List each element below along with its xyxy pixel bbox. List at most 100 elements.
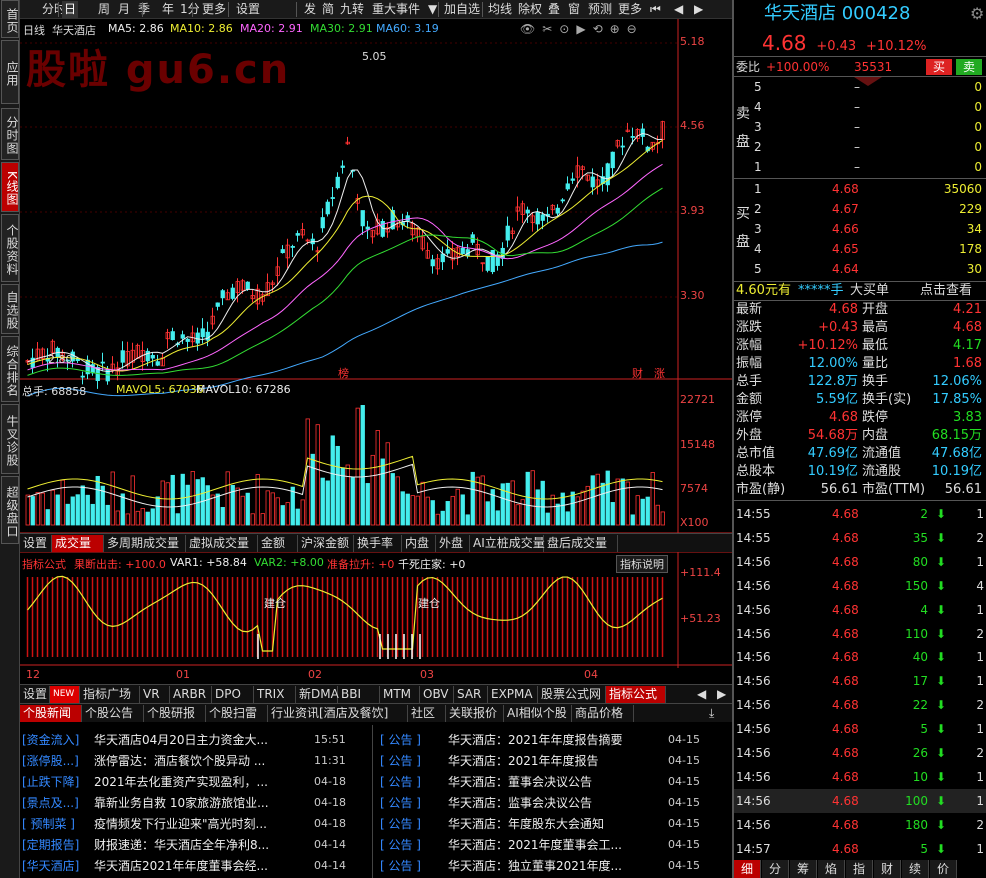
- ask-row[interactable]: 4 – 0: [734, 98, 986, 116]
- news-title[interactable]: 疫情频发下行业迎来"高光时刻...: [94, 814, 267, 834]
- notice-item[interactable]: [ 公告 ] 华天酒店：独立董事2021年度... 04-15: [380, 856, 730, 876]
- news-category[interactable]: [ 预制菜 ]: [22, 814, 75, 834]
- news-tab-2[interactable]: 个股研报: [144, 705, 206, 722]
- indicator-tab-1[interactable]: NEW: [50, 686, 80, 703]
- volume-tab-9[interactable]: AI立桩成交量: [470, 535, 545, 552]
- tick-row[interactable]: 14:56 4.68 180 ⬇ 2: [734, 813, 986, 837]
- toolbar-left-1[interactable]: 日: [62, 1, 79, 18]
- ask-row[interactable]: 5 – 0: [734, 78, 986, 96]
- toolbar-right-2[interactable]: 除权: [516, 1, 544, 18]
- indicator-tab-2[interactable]: 指标广场: [80, 686, 140, 703]
- bottom-tab-0[interactable]: 细: [734, 860, 761, 878]
- notice-title[interactable]: 华天酒店：2021年年度报告摘要: [448, 730, 623, 750]
- toolbar-left-3[interactable]: 月: [116, 1, 132, 18]
- indicator-help-button[interactable]: 指标说明: [616, 555, 668, 573]
- news-item[interactable]: [ 预制菜 ] 疫情频发下行业迎来"高光时刻... 04-18: [22, 814, 362, 834]
- notice-category[interactable]: [ 公告 ]: [380, 814, 421, 834]
- news-category[interactable]: [定期报告]: [22, 835, 79, 855]
- sidebar-item-7[interactable]: 牛叉诊股: [1, 404, 19, 474]
- indicator-tab-4[interactable]: ARBR: [170, 686, 212, 703]
- toolbar-right-4[interactable]: 窗: [566, 1, 582, 18]
- news-category[interactable]: [涨停股...]: [22, 751, 79, 771]
- toolbar-left-5[interactable]: 年: [160, 1, 176, 18]
- toolbar-right-1[interactable]: 均线: [486, 1, 514, 18]
- toolbar-left-7[interactable]: 更多: [200, 1, 228, 18]
- tick-row[interactable]: 14:56 4.68 110 ⬇ 2: [734, 622, 986, 646]
- bottom-tab-5[interactable]: 财: [874, 860, 901, 878]
- news-category[interactable]: [止跌下降]: [22, 772, 79, 792]
- notice-title[interactable]: 华天酒店：独立董事2021年度...: [448, 856, 622, 876]
- indicator-tab-0[interactable]: 设置: [20, 686, 50, 703]
- volume-tab-8[interactable]: 外盘: [436, 535, 470, 552]
- tick-row[interactable]: 14:56 4.68 100 ⬇ 1: [734, 788, 986, 813]
- volume-tab-7[interactable]: 内盘: [402, 535, 436, 552]
- volume-tab-5[interactable]: 沪深金额: [298, 535, 354, 552]
- news-tab-4[interactable]: 行业资讯[酒店及餐饮]: [268, 705, 408, 722]
- prev-icon[interactable]: ◀: [694, 686, 709, 703]
- notice-category[interactable]: [ 公告 ]: [380, 730, 421, 750]
- notice-category[interactable]: [ 公告 ]: [380, 793, 421, 813]
- toolbar-right-0[interactable]: 加自选: [442, 1, 482, 18]
- tick-row[interactable]: 14:56 4.68 4 ⬇ 1: [734, 598, 986, 622]
- bottom-tab-4[interactable]: 指: [846, 860, 873, 878]
- news-item[interactable]: [景点及...] 靠新业务自救 10家旅游旅馆业... 04-18: [22, 793, 362, 813]
- toolbar-right-5[interactable]: 预测: [586, 1, 614, 18]
- notice-item[interactable]: [ 公告 ] 华天酒店：监事会决议公告 04-15: [380, 793, 730, 813]
- volume-tab-3[interactable]: 虚拟成交量: [186, 535, 258, 552]
- notice-item[interactable]: [ 公告 ] 华天酒店：董事会决议公告 04-15: [380, 772, 730, 792]
- news-item[interactable]: [止跌下降] 2021年去化重资产实现盈利，... 04-18: [22, 772, 362, 792]
- bid-row[interactable]: 4 4.65 178: [734, 240, 986, 258]
- tick-row[interactable]: 14:56 4.68 80 ⬇ 1: [734, 550, 986, 574]
- indicator-tab-3[interactable]: VR: [140, 686, 170, 703]
- indicator-tab-10[interactable]: OBV: [420, 686, 454, 703]
- toolbar-right-6[interactable]: 更多: [616, 1, 644, 18]
- news-tab-5[interactable]: 社区: [408, 705, 446, 722]
- notice-title[interactable]: 华天酒店：监事会决议公告: [448, 793, 592, 813]
- bottom-tab-7[interactable]: 价: [930, 860, 957, 878]
- indicator-tab-6[interactable]: TRIX: [254, 686, 296, 703]
- news-title[interactable]: 涨停雷达：酒店餐饮个股异动 ...: [94, 751, 265, 771]
- bottom-tab-3[interactable]: 焰: [818, 860, 845, 878]
- news-title[interactable]: 华天酒店04月20日主力资金大...: [94, 730, 268, 750]
- tag-bang[interactable]: 榜: [338, 365, 349, 381]
- ask-row[interactable]: 3 – 0: [734, 118, 986, 136]
- volume-tab-10[interactable]: 盘后成交量: [544, 535, 618, 552]
- notice-item[interactable]: [ 公告 ] 华天酒店：2021年年度报告 04-15: [380, 751, 730, 771]
- indicator-tab-5[interactable]: DPO: [212, 686, 254, 703]
- news-item[interactable]: [定期报告] 财报速递：华天酒店全年净利8... 04-14: [22, 835, 362, 855]
- tick-row[interactable]: 14:56 4.68 40 ⬇ 1: [734, 645, 986, 669]
- gear-icon[interactable]: ⚙: [970, 4, 984, 23]
- volume-tab-6[interactable]: 换手率: [354, 535, 402, 552]
- tick-row[interactable]: 14:55 4.68 2 ⬇ 1: [734, 502, 986, 526]
- indicator-tab-8[interactable]: BBI: [338, 686, 380, 703]
- next-icon[interactable]: ▶: [714, 686, 729, 703]
- news-item[interactable]: [资金流入] 华天酒店04月20日主力资金大... 15:51: [22, 730, 362, 750]
- news-tab-0[interactable]: 个股新闻: [20, 705, 82, 722]
- news-category[interactable]: [景点及...]: [22, 793, 79, 813]
- tick-row[interactable]: 14:56 4.68 22 ⬇ 2: [734, 693, 986, 717]
- sidebar-item-2[interactable]: 分时图: [1, 108, 19, 160]
- sidebar-item-5[interactable]: 自选股: [1, 284, 19, 334]
- notice-item[interactable]: [ 公告 ] 华天酒店：2021年年度报告摘要 04-15: [380, 730, 730, 750]
- news-title[interactable]: 财报速递：华天酒店全年净利8...: [94, 835, 269, 855]
- sidebar-item-1[interactable]: 应用: [1, 40, 19, 104]
- bottom-tab-2[interactable]: 筹: [790, 860, 817, 878]
- toolbar-right-3[interactable]: 叠: [546, 1, 562, 18]
- notice-category[interactable]: [ 公告 ]: [380, 835, 421, 855]
- notice-item[interactable]: [ 公告 ] 华天酒店：年度股东大会通知 04-15: [380, 814, 730, 834]
- big-order-link[interactable]: 点击查看: [920, 282, 972, 300]
- tick-row[interactable]: 14:56 4.68 17 ⬇ 1: [734, 669, 986, 693]
- ask-row[interactable]: 2 – 0: [734, 138, 986, 156]
- tick-row[interactable]: 14:56 4.68 5 ⬇ 1: [734, 717, 986, 741]
- bottom-tab-1[interactable]: 分: [762, 860, 789, 878]
- news-title[interactable]: 靠新业务自救 10家旅游旅馆业...: [94, 793, 269, 813]
- chart-tool-icons[interactable]: 👁✂⊙▶⟲⊕⊖: [520, 22, 644, 36]
- collapse-panel-icon[interactable]: ⏮: [648, 1, 663, 18]
- indicator-tab-13[interactable]: 股票公式网: [538, 686, 606, 703]
- sidebar-item-6[interactable]: 综合排名: [1, 336, 19, 402]
- news-tab-3[interactable]: 个股扫雷: [206, 705, 268, 722]
- toolbar-left-2[interactable]: 周: [96, 1, 112, 18]
- indicator-tab-14[interactable]: 指标公式: [606, 686, 666, 703]
- tick-row[interactable]: 14:57 4.68 5 ⬇ 1: [734, 837, 986, 861]
- prev-icon[interactable]: ◀: [672, 1, 685, 18]
